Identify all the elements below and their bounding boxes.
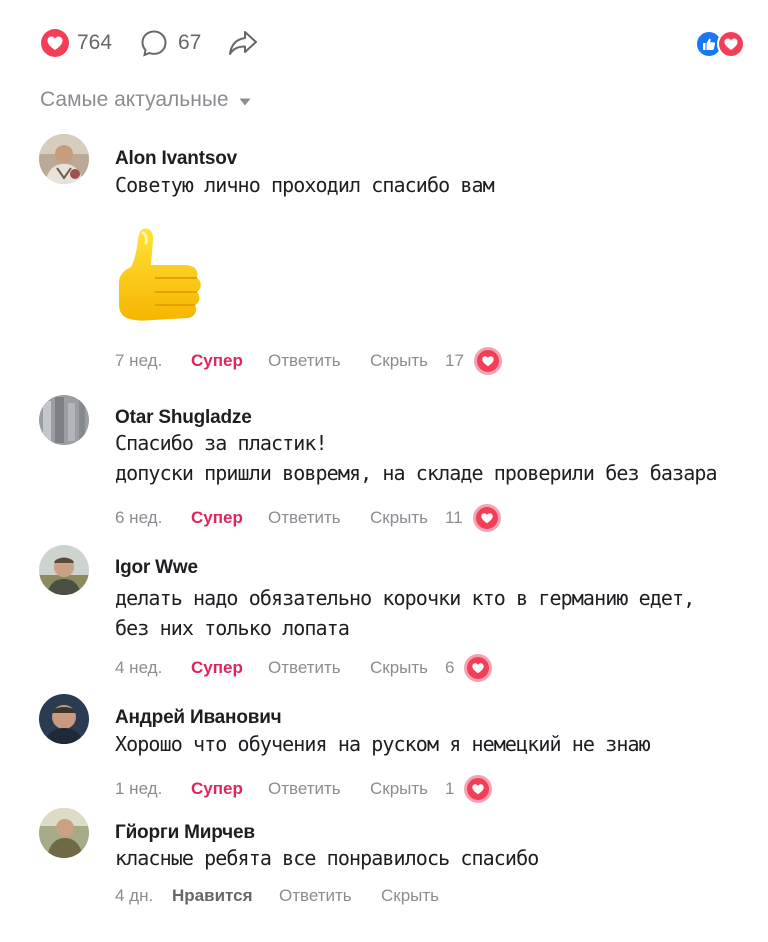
hide-button[interactable]: Скрыть xyxy=(370,508,445,528)
share-button[interactable] xyxy=(226,27,260,59)
reply-button[interactable]: Ответить xyxy=(268,658,370,678)
comment-text: Хорошо что обучения на руском я немецкий… xyxy=(115,729,651,759)
comment-actions: 1 нед. Супер Ответить Скрыть 1 xyxy=(115,775,493,803)
avatar[interactable] xyxy=(39,808,89,858)
reaction-summary[interactable] xyxy=(695,30,751,58)
reply-button[interactable]: Ответить xyxy=(268,508,370,528)
like-button[interactable]: Нравится xyxy=(172,886,279,906)
reaction-count: 17 xyxy=(445,351,464,370)
avatar[interactable] xyxy=(39,395,89,445)
comment-text-line: Советую лично проходил спасибо вам xyxy=(115,173,495,197)
comment-timestamp: 4 дн. xyxy=(115,886,154,905)
comments-stat[interactable]: 67 xyxy=(139,28,201,58)
comment-actions: 4 нед. Супер Ответить Скрыть 6 xyxy=(115,654,493,682)
comment-text: класные ребята все понравилось спасибо xyxy=(115,843,539,873)
comment-text: Советую лично проходил спасибо вам xyxy=(115,170,495,200)
likes-count: 764 xyxy=(77,31,113,54)
caret-down-icon xyxy=(239,98,251,105)
comment-text: Спасибо за пластик! допуски пришли вовре… xyxy=(115,428,718,488)
react-button[interactable]: Супер xyxy=(191,658,268,678)
comment-text-line: допуски пришли вовремя, на складе провер… xyxy=(115,461,718,485)
comment-author[interactable]: Гйорги Мирчев xyxy=(115,822,255,844)
reply-button[interactable]: Ответить xyxy=(268,779,370,799)
reply-button[interactable]: Ответить xyxy=(279,886,381,906)
comment-author[interactable]: Igor Wwe xyxy=(115,557,198,579)
comment-text-line: без них только лопата xyxy=(115,616,350,640)
hide-button[interactable]: Скрыть xyxy=(370,658,445,678)
avatar[interactable] xyxy=(39,134,89,184)
comment-text: делать надо обязательно корочки кто в ге… xyxy=(115,583,695,643)
reply-button[interactable]: Ответить xyxy=(268,351,370,371)
share-icon xyxy=(229,31,257,55)
reaction-count: 1 xyxy=(445,779,455,798)
comment-text-line: класные ребята все понравилось спасибо xyxy=(115,846,539,870)
sort-dropdown[interactable]: Самые актуальные xyxy=(40,88,251,112)
comment-timestamp: 4 нед. xyxy=(115,658,163,677)
love-icon xyxy=(717,30,745,58)
sort-label: Самые актуальные xyxy=(40,88,229,111)
comment-timestamp: 1 нед. xyxy=(115,779,163,798)
hide-button[interactable]: Скрыть xyxy=(370,351,445,371)
likes-stat[interactable]: 764 xyxy=(40,28,112,58)
love-reaction-icon[interactable] xyxy=(464,775,493,803)
post-stats-bar: 764 67 xyxy=(0,0,768,90)
comment-text-line: делать надо обязательно корочки кто в ге… xyxy=(115,586,695,610)
avatar[interactable] xyxy=(39,545,89,595)
love-reaction-icon[interactable] xyxy=(464,654,493,682)
comment-author[interactable]: Alon Ivantsov xyxy=(115,148,237,170)
avatar[interactable] xyxy=(39,694,89,744)
react-button[interactable]: Супер xyxy=(191,351,268,371)
comment-author[interactable]: Андрей Иванович xyxy=(115,707,282,729)
comment-text-line: Спасибо за пластик! xyxy=(115,431,328,455)
thumbs-up-sticker xyxy=(113,225,205,327)
comment-bubble-icon xyxy=(141,30,167,57)
comment-actions: 4 дн. Нравится Ответить Скрыть xyxy=(115,886,456,906)
react-button[interactable]: Супер xyxy=(191,779,268,799)
comment-actions: 7 нед. Супер Ответить Скрыть 17 xyxy=(115,347,502,375)
comment-timestamp: 7 нед. xyxy=(115,351,163,370)
comment-actions: 6 нед. Супер Ответить Скрыть 11 xyxy=(115,504,501,532)
hide-button[interactable]: Скрыть xyxy=(370,779,445,799)
love-reaction-icon[interactable] xyxy=(472,504,501,532)
comment-text-line: Хорошо что обучения на руском я немецкий… xyxy=(115,732,651,756)
hide-button[interactable]: Скрыть xyxy=(381,886,456,906)
heart-icon xyxy=(41,29,69,57)
comments-count: 67 xyxy=(178,31,202,54)
react-button[interactable]: Супер xyxy=(191,508,268,528)
comment-author[interactable]: Otar Shugladze xyxy=(115,407,252,429)
comment-timestamp: 6 нед. xyxy=(115,508,163,527)
love-reaction-icon[interactable] xyxy=(473,347,502,375)
reaction-count: 11 xyxy=(445,508,463,527)
reaction-count: 6 xyxy=(445,658,455,677)
